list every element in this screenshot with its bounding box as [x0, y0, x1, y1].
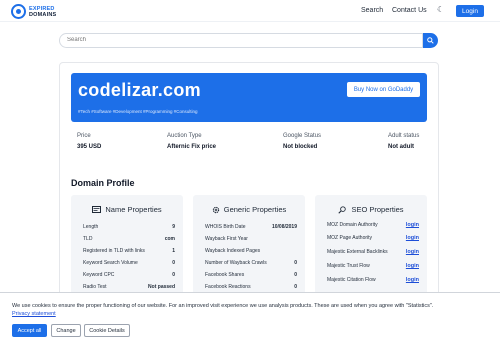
property-row: WHOIS Birth Date 10/08/2019	[205, 224, 297, 230]
property-row: MOZ Page Authority login	[327, 235, 419, 241]
property-row: Registered in TLD with links 1	[83, 248, 175, 254]
privacy-statement-link[interactable]: Privacy statement	[12, 311, 56, 317]
login-link[interactable]: login	[406, 235, 419, 241]
nav-link-search[interactable]: Search	[361, 7, 383, 14]
search-input[interactable]	[67, 37, 367, 43]
property-row: Keyword Search Volume 0	[83, 260, 175, 266]
auction-type-label: Auction Type	[167, 133, 202, 139]
property-row: Radio Test Not passed	[83, 284, 175, 290]
gear-icon	[212, 206, 219, 213]
property-row: Number of Wayback Crawls 0	[205, 260, 297, 266]
property-row: Length 9	[83, 224, 175, 230]
google-status-label: Google Status	[283, 133, 322, 139]
login-link[interactable]: login	[406, 249, 419, 255]
dark-mode-toggle-icon[interactable]: ☾	[437, 5, 444, 14]
seo-properties-panel: SEO Properties MOZ Domain Authority login…	[315, 195, 427, 305]
id-card-icon	[92, 206, 102, 213]
nav-link-contact[interactable]: Contact Us	[392, 7, 427, 14]
cookie-banner: We use cookies to ensure the proper func…	[0, 292, 500, 348]
search-button[interactable]	[423, 33, 438, 48]
adult-status-value: Not adult	[388, 144, 414, 150]
google-status-value: Not blocked	[283, 144, 318, 150]
buy-godaddy-button[interactable]: Buy Now on GoDaddy	[347, 82, 420, 97]
adult-status-label: Adult status	[388, 133, 420, 139]
cookie-details-button[interactable]: Cookie Details	[84, 324, 130, 337]
property-row: MOZ Domain Authority login	[327, 222, 419, 228]
cookie-message: We use cookies to ensure the proper func…	[12, 303, 434, 309]
login-link[interactable]: login	[406, 263, 419, 269]
property-row: Wayback First Year	[205, 236, 248, 242]
generic-properties-heading: Generic Properties	[223, 205, 287, 214]
generic-properties-panel: Generic Properties WHOIS Birth Date 10/08…	[193, 195, 305, 305]
login-link[interactable]: login	[406, 277, 419, 283]
property-row: Majestic Citation Flow login	[327, 277, 419, 283]
property-row: Keyword CPC 0	[83, 272, 175, 278]
property-row: Facebook Shares 0	[205, 272, 297, 278]
domain-tags: #Tech #Software #Development #Programmin…	[78, 109, 198, 114]
name-properties-panel: Name Properties Length 9 TLD com Registere…	[71, 195, 183, 305]
property-row: TLD com	[83, 236, 175, 242]
property-row: Facebook Reactions 0	[205, 284, 297, 290]
auction-type-value: Afternic Fix price	[167, 144, 217, 150]
seo-properties-heading: SEO Properties	[351, 205, 404, 214]
search-icon	[427, 37, 434, 44]
domain-name: codelizar.com	[78, 80, 201, 100]
login-button[interactable]: Login	[456, 5, 484, 17]
logo-icon	[11, 4, 26, 19]
site-logo[interactable]: EXPIRED DOMAINS	[11, 4, 56, 19]
property-row: Wayback Indexed Pages	[205, 248, 261, 254]
domain-profile-title: Domain Profile	[71, 178, 135, 188]
search-bar	[59, 33, 423, 48]
logo-text-line2: DOMAINS	[29, 11, 57, 18]
domain-hero: codelizar.com #Tech #Software #Developme…	[71, 73, 427, 122]
seo-search-icon	[338, 205, 347, 214]
top-navbar: EXPIRED DOMAINS Search Contact Us ☾ Logi…	[0, 0, 500, 22]
price-label: Price	[77, 133, 91, 139]
login-link[interactable]: login	[406, 222, 419, 228]
property-row: Majestic External Backlinks login	[327, 249, 419, 255]
accept-all-button[interactable]: Accept all	[12, 324, 47, 337]
property-row: Majestic Trust Flow login	[327, 263, 419, 269]
name-properties-heading: Name Properties	[105, 205, 162, 214]
price-value: 395 USD	[77, 144, 102, 150]
change-button[interactable]: Change	[51, 324, 81, 337]
